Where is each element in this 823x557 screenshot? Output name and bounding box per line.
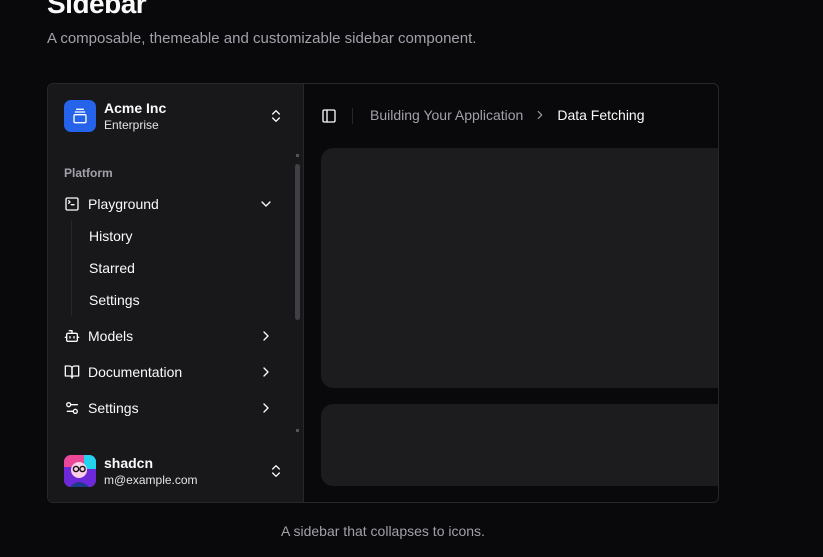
chevron-right-icon	[263, 331, 269, 341]
header-bar: Building Your Application Data Fetching	[305, 84, 718, 148]
team-switcher[interactable]: Acme Inc Enterprise	[56, 96, 296, 136]
breadcrumb: Building Your Application Data Fetching	[370, 107, 645, 123]
sidebar-item-label: Settings	[88, 400, 139, 416]
bot-icon	[64, 328, 80, 344]
breadcrumb-link[interactable]: Building Your Application	[370, 107, 523, 123]
sidebar-item-label: Playground	[88, 196, 159, 212]
preview-caption: A sidebar that collapses to icons.	[281, 523, 485, 539]
team-logo	[64, 100, 96, 132]
sidebar-item-playground-row[interactable]: Playground	[56, 188, 280, 220]
chevron-down-icon	[261, 201, 271, 207]
terminal-square-icon	[64, 196, 80, 212]
sidebar-toggle-button[interactable]	[319, 106, 339, 126]
submenu-border	[71, 220, 72, 316]
sidebar-item-label: Documentation	[88, 364, 183, 380]
content-placeholder-card	[321, 148, 718, 388]
header-separator	[352, 108, 353, 124]
sidebar-subitem-starred[interactable]: Starred	[81, 254, 281, 282]
user-email: m@example.com	[104, 473, 198, 487]
user-menu[interactable]: shadcn m@example.com	[56, 449, 296, 493]
user-name: shadcn	[104, 455, 154, 471]
panel-left-icon	[322, 109, 336, 123]
sidebar-item-documentation[interactable]: Documentation	[56, 356, 280, 388]
sidebar-subitem-history[interactable]: History	[81, 222, 281, 250]
book-open-icon	[64, 364, 80, 380]
sidebar-group-label: Platform	[64, 166, 113, 180]
team-name: Acme Inc	[104, 100, 167, 116]
chevrons-up-down-icon	[272, 110, 280, 122]
gallery-vertical-end-icon	[73, 108, 87, 124]
avatar	[64, 455, 96, 487]
sidebar-subitem-settings[interactable]: Settings	[81, 286, 281, 314]
breadcrumb-current-page: Data Fetching	[557, 107, 645, 123]
settings-2-icon	[64, 400, 80, 416]
page-description: A composable, themeable and customizable…	[47, 30, 477, 47]
chevrons-up-down-icon	[272, 465, 280, 477]
main-inset: Building Your Application Data Fetching	[305, 84, 718, 502]
sidebar-item-label: Models	[88, 328, 134, 344]
page-title: Sidebar	[47, 0, 147, 19]
scrollbar-arrow-down[interactable]	[296, 429, 299, 432]
chevron-right-icon	[263, 403, 269, 413]
scrollbar-arrow-up[interactable]	[296, 154, 299, 157]
content-placeholder-card	[321, 404, 718, 486]
sidebar-scrollbar[interactable]	[295, 164, 300, 320]
sidebar: Acme Inc Enterprise Platform Playground …	[48, 84, 304, 502]
sidebar-demo-preview: Acme Inc Enterprise Platform Playground …	[47, 83, 719, 503]
chevron-right-icon	[533, 108, 547, 122]
team-plan: Enterprise	[104, 118, 159, 132]
sidebar-item-settings[interactable]: Settings	[56, 392, 280, 424]
chevron-right-icon	[263, 367, 269, 377]
sidebar-item-models[interactable]: Models	[56, 320, 280, 352]
